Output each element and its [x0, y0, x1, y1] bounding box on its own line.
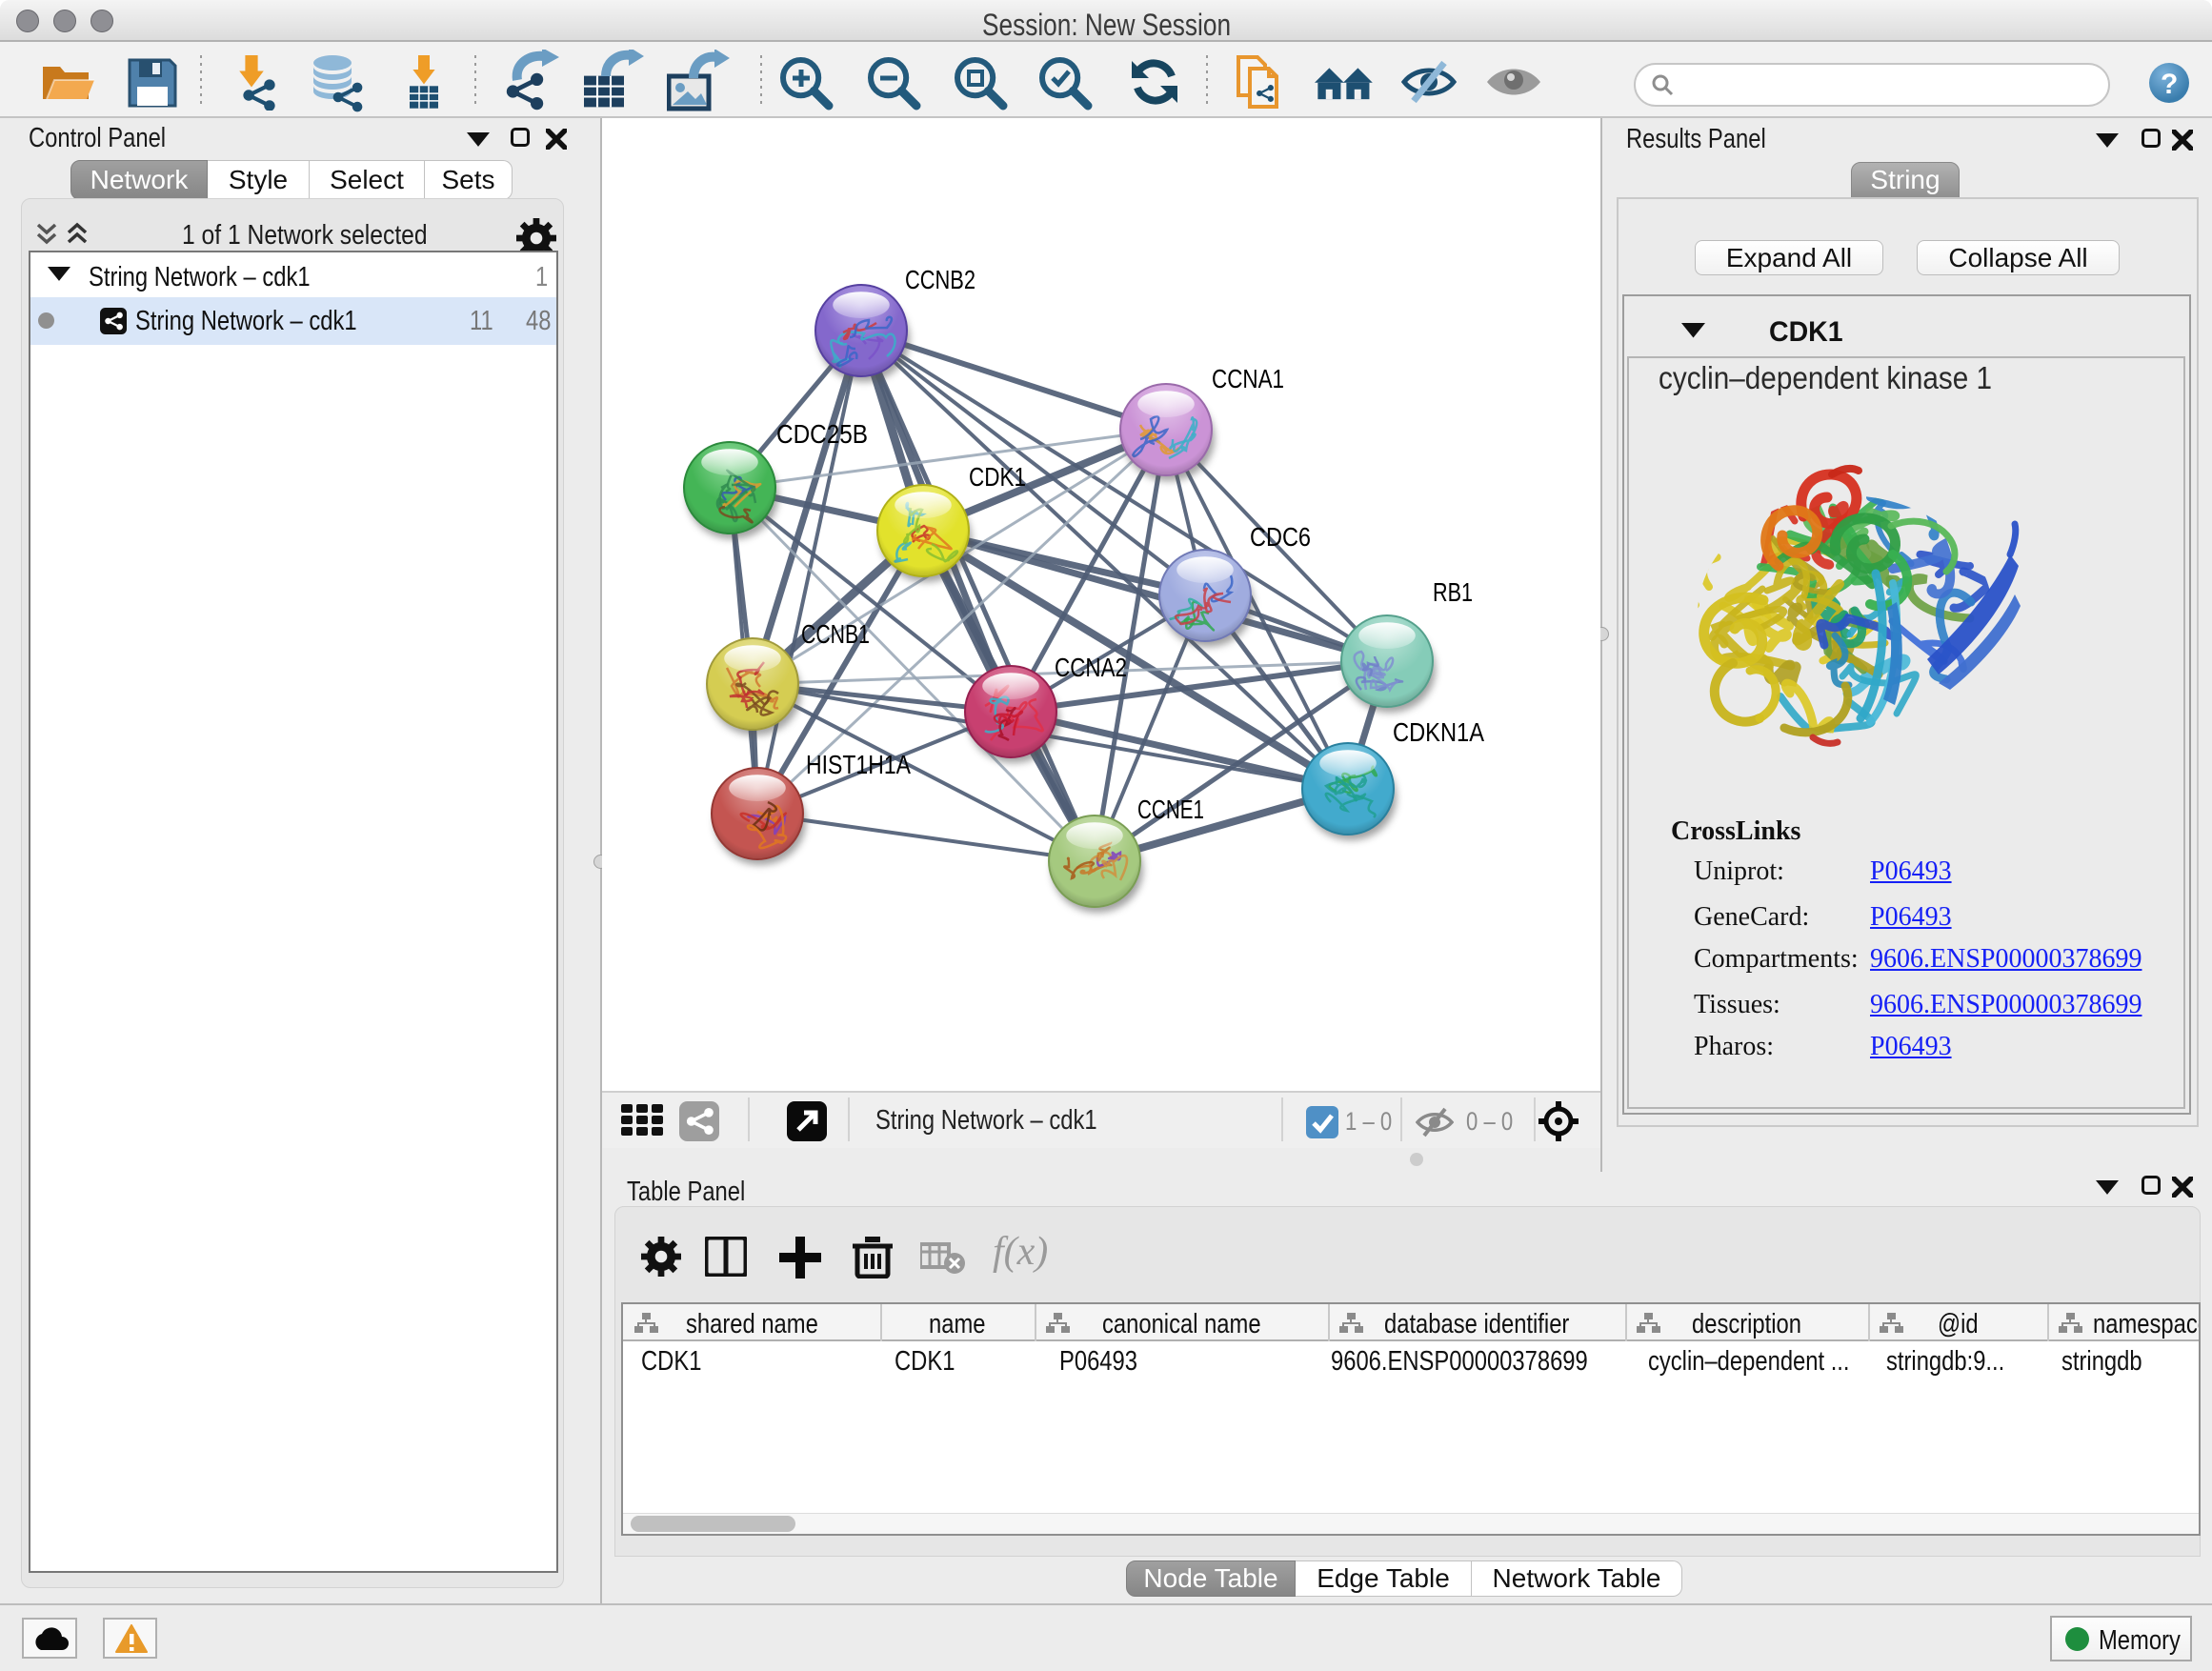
svg-text:RB1: RB1	[1433, 577, 1473, 607]
svg-text:CCNA1: CCNA1	[1212, 364, 1284, 393]
svg-text:CDKN1A: CDKN1A	[1393, 717, 1484, 747]
svg-text:CCNE1: CCNE1	[1137, 795, 1204, 824]
svg-text:CDC25B: CDC25B	[776, 419, 868, 449]
svg-text:CCNA2: CCNA2	[1055, 653, 1127, 682]
svg-text:CDK1: CDK1	[969, 462, 1026, 492]
svg-text:CCNB1: CCNB1	[801, 619, 870, 649]
svg-text:CDC6: CDC6	[1250, 522, 1311, 552]
svg-text:CCNB2: CCNB2	[905, 265, 975, 294]
svg-text:HIST1H1A: HIST1H1A	[806, 750, 911, 779]
